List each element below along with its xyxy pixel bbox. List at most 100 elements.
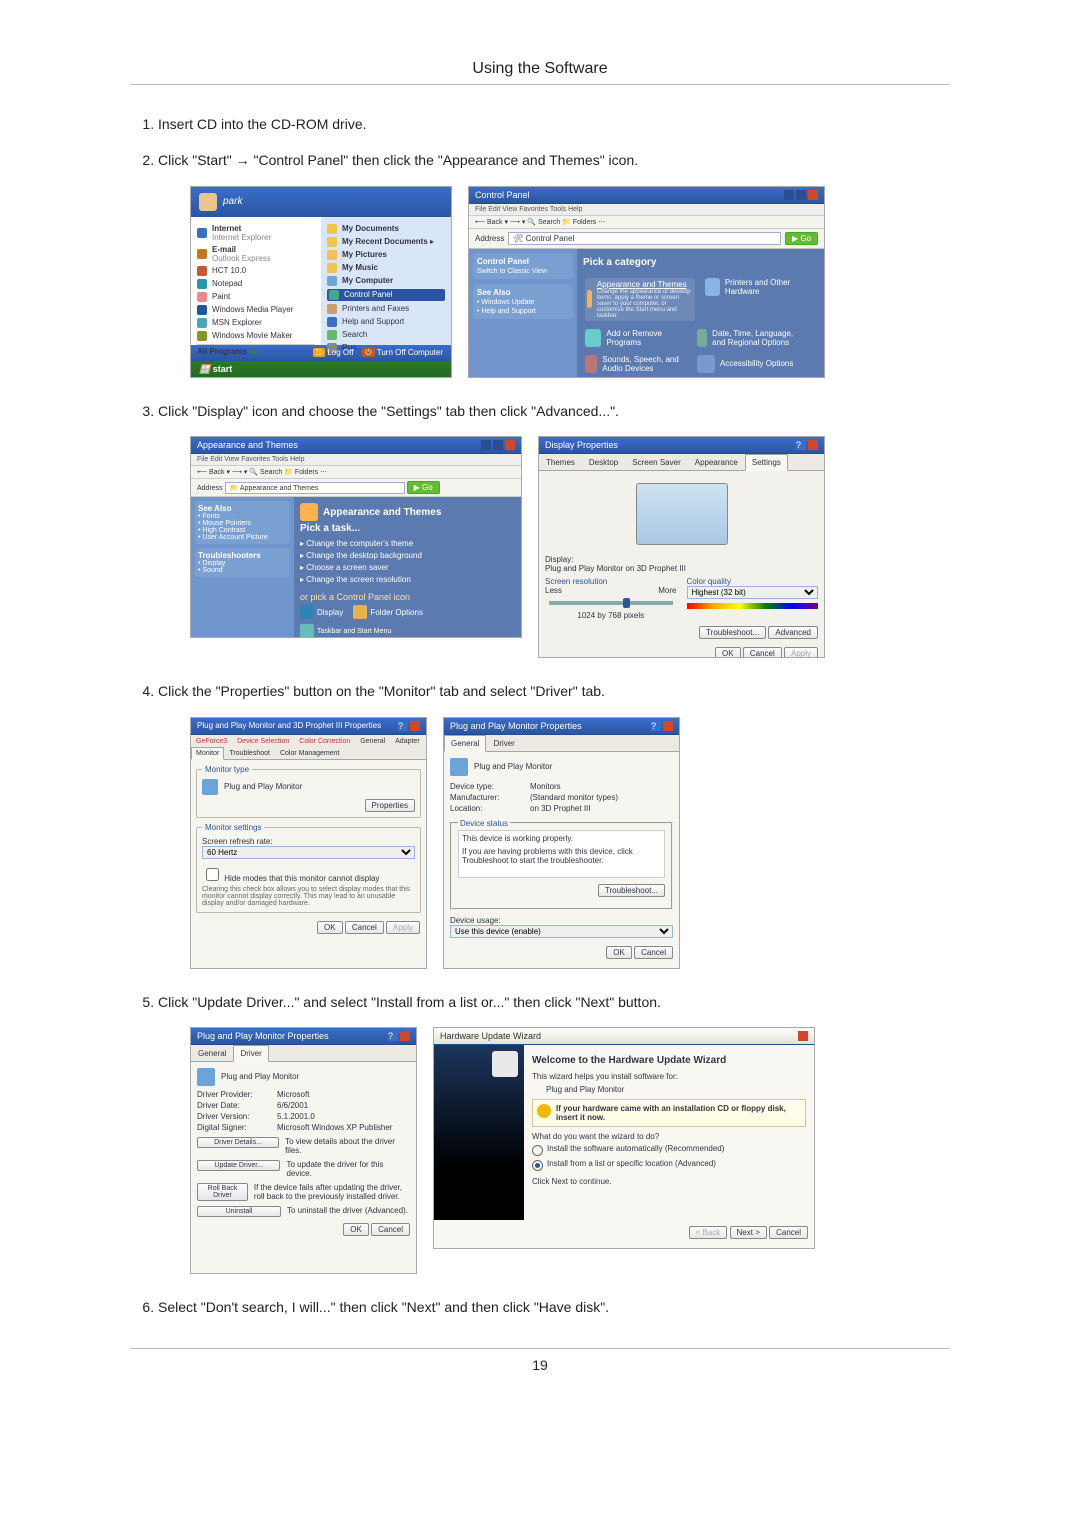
update-driver-btn[interactable]: Update Driver... [197,1160,280,1171]
ok-btn[interactable]: OK [715,647,741,658]
back-btn[interactable]: < Back [689,1226,728,1239]
sm-item-hct[interactable]: HCT 10.0 [212,266,246,275]
cat-printers[interactable]: Printers and Other Hardware [725,278,811,296]
apply-btn[interactable]: Apply [386,921,420,934]
close-icon[interactable] [808,190,818,200]
sm-help[interactable]: Help and Support [342,317,404,326]
sm-mycomp[interactable]: My Computer [342,276,393,285]
tab-general[interactable]: General [191,1045,233,1061]
min-icon[interactable] [481,440,491,450]
appearance-themes-icon[interactable] [587,290,592,308]
radio-list[interactable] [532,1160,543,1171]
sm-logoff[interactable]: Log Off [327,348,353,357]
troubleshoot-btn[interactable]: Troubleshoot... [598,884,665,897]
max-icon[interactable] [493,440,503,450]
tab-general[interactable]: General [355,735,390,747]
at-task-saver[interactable]: Choose a screen saver [306,563,388,572]
close-icon[interactable] [798,1031,808,1041]
advanced-btn[interactable]: Advanced [768,626,818,639]
cat-sounds[interactable]: Sounds, Speech, and Audio Devices [602,355,690,373]
tab-appearance[interactable]: Appearance [688,454,745,470]
sm-recent[interactable]: My Recent Documents [342,237,428,246]
sm-item-email[interactable]: E-mail [212,245,236,254]
hide-modes-check[interactable] [206,868,219,881]
help-icon[interactable]: ? [388,1031,398,1041]
ok-btn[interactable]: OK [343,1223,369,1236]
close-icon[interactable] [410,721,420,731]
folder-options-icon[interactable] [353,605,367,619]
tab-devsel[interactable]: Device Selection [232,735,294,747]
sm-item-movie[interactable]: Windows Movie Maker [212,331,292,340]
help-icon[interactable]: ? [651,721,661,731]
wiz-opt2[interactable]: Install from a list or specific location… [547,1159,716,1168]
apply-btn[interactable]: Apply [784,647,818,658]
close-icon[interactable] [505,440,515,450]
driver-details-btn[interactable]: Driver Details... [197,1137,279,1148]
cancel-btn[interactable]: Cancel [371,1223,410,1236]
logoff-icon[interactable]: ⎋ [313,348,325,357]
at-task-res[interactable]: Change the screen resolution [306,575,411,584]
sm-item-internet[interactable]: Internet [212,224,241,233]
go-btn[interactable]: ▶ Go [785,232,818,245]
rollback-driver-btn[interactable]: Roll Back Driver [197,1183,248,1201]
ok-btn[interactable]: OK [317,921,343,934]
sm-all-programs[interactable]: All Programs [197,347,247,356]
troubleshoot-btn[interactable]: Troubleshoot... [699,626,766,639]
max-icon[interactable] [796,190,806,200]
sm-mymusic[interactable]: My Music [342,263,378,272]
cp-classic-view[interactable]: Switch to Classic View [477,268,547,275]
help-icon[interactable]: ? [796,440,806,450]
cp-addr[interactable]: Control Panel [526,234,574,243]
start-button[interactable]: start [213,364,233,374]
cat-access[interactable]: Accessibility Options [720,359,793,368]
cancel-btn[interactable]: Cancel [345,921,384,934]
cancel-btn[interactable]: Cancel [769,1226,808,1239]
tab-settings[interactable]: Settings [745,454,788,471]
tab-monitor[interactable]: Monitor [191,747,224,760]
next-btn[interactable]: Next > [730,1226,767,1239]
sm-mydocs[interactable]: My Documents [342,224,399,233]
wiz-opt1[interactable]: Install the software automatically (Reco… [547,1144,724,1153]
sm-item-paint[interactable]: Paint [212,292,230,301]
refresh-select[interactable]: 60 Hertz [202,846,415,859]
tab-adapter[interactable]: Adapter [390,735,425,747]
at-folder[interactable]: Folder Options [370,608,422,617]
appearance-themes-link[interactable]: Appearance and Themes [597,280,687,289]
at-display[interactable]: Display [317,608,343,617]
radio-auto[interactable] [532,1145,543,1156]
cancel-btn[interactable]: Cancel [634,946,673,959]
tab-themes[interactable]: Themes [539,454,582,470]
sm-control-panel[interactable]: Control Panel [344,290,392,299]
display-icon[interactable] [300,605,314,619]
taskbar-icon[interactable] [300,624,314,638]
sm-item-wmp[interactable]: Windows Media Player [212,305,293,314]
sm-item-notepad[interactable]: Notepad [212,279,242,288]
close-icon[interactable] [808,440,818,450]
cat-datetime[interactable]: Date, Time, Language, and Regional Optio… [712,329,803,347]
sm-turnoff[interactable]: Turn Off Computer [377,348,443,357]
tab-saver[interactable]: Screen Saver [625,454,687,470]
tab-troubleshoot[interactable]: Troubleshoot [224,747,275,759]
resolution-slider[interactable] [549,601,673,605]
uninstall-btn[interactable]: Uninstall [197,1206,281,1217]
ok-btn[interactable]: OK [606,946,632,959]
sm-item-msn[interactable]: MSN Explorer [212,318,262,327]
help-icon[interactable]: ? [398,721,408,731]
sm-search[interactable]: Search [342,330,367,339]
power-icon[interactable]: ⏻ [362,348,374,357]
tab-driver[interactable]: Driver [486,735,521,751]
sm-mypics[interactable]: My Pictures [342,250,387,259]
cat-addremove[interactable]: Add or Remove Programs [606,329,690,347]
color-quality-select[interactable]: Highest (32 bit) [687,586,819,599]
tab-driver[interactable]: Driver [233,1045,268,1062]
min-icon[interactable] [784,190,794,200]
properties-btn[interactable]: Properties [365,799,415,812]
at-task-bg[interactable]: Change the desktop background [306,551,422,560]
sm-printers[interactable]: Printers and Faxes [342,304,409,313]
at-task-theme[interactable]: Change the computer's theme [306,539,413,548]
tab-colormgmt[interactable]: Color Management [275,747,345,759]
tab-geforce[interactable]: GeForce3 [191,735,232,747]
usage-select[interactable]: Use this device (enable) [450,925,673,938]
close-icon[interactable] [663,721,673,731]
close-icon[interactable] [400,1031,410,1041]
